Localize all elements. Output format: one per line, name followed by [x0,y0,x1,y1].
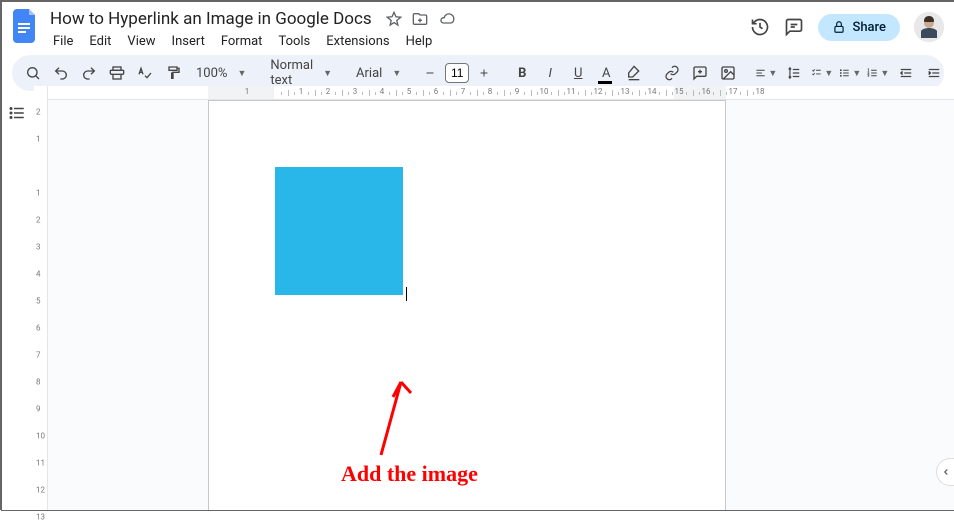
line-spacing-icon[interactable] [781,60,807,86]
annotation-text: Add the image [341,461,478,487]
italic-icon[interactable]: I [537,60,563,86]
font-value: Arial [352,66,386,81]
paint-format-icon[interactable] [160,60,186,86]
style-value: Normal text [266,58,317,88]
annotation: Add the image [341,377,461,467]
text-color-icon[interactable]: A [593,60,619,86]
clear-formatting-icon[interactable] [949,60,954,86]
align-select[interactable]: ▼ [753,60,779,86]
font-size-input[interactable] [445,63,469,83]
svg-text:3: 3 [868,74,870,78]
history-icon[interactable] [750,17,770,37]
menu-bar: File Edit View Insert Format Tools Exten… [46,32,750,51]
menu-insert[interactable]: Insert [165,32,212,51]
spellcheck-icon[interactable] [132,60,158,86]
menu-format[interactable]: Format [214,32,270,51]
arrow-icon [341,377,461,467]
header-right: Share [750,8,944,42]
print-icon[interactable] [104,60,130,86]
caret-icon: ▼ [390,68,401,79]
page[interactable]: Add the image [208,100,726,510]
comments-icon[interactable] [784,17,804,37]
workspace: 2112345678910111213 11234567891011121314… [0,86,954,510]
zoom-value: 100% [192,66,231,81]
cloud-status-icon[interactable] [438,11,456,27]
bulleted-list-icon[interactable]: ▼ [837,60,863,86]
increase-font-icon[interactable] [471,60,497,86]
share-label: Share [852,20,886,35]
outline-icon[interactable] [4,100,30,126]
add-comment-icon[interactable] [687,60,713,86]
menu-tools[interactable]: Tools [271,32,317,51]
document-title[interactable]: How to Hyperlink an Image in Google Docs [46,8,376,30]
menu-view[interactable]: View [120,32,162,51]
account-avatar[interactable] [914,12,944,42]
menu-edit[interactable]: Edit [82,32,118,51]
menu-file[interactable]: File [46,32,80,51]
bold-icon[interactable]: B [509,60,535,86]
decrease-indent-icon[interactable] [893,60,919,86]
docs-logo[interactable] [12,8,40,44]
caret-icon: ▼ [321,68,332,79]
increase-indent-icon[interactable] [921,60,947,86]
highlight-icon[interactable] [621,60,647,86]
insert-image-icon[interactable] [715,60,741,86]
title-bar: How to Hyperlink an Image in Google Docs… [2,2,954,51]
caret-icon: ▼ [235,68,246,79]
text-cursor [406,287,407,301]
vertical-ruler: 2112345678910111213 [34,86,48,510]
menu-extensions[interactable]: Extensions [319,32,396,51]
zoom-select[interactable]: 100% ▼ [188,66,250,81]
lock-icon [832,20,846,34]
paragraph-style-select[interactable]: Normal text ▼ [262,58,336,88]
star-icon[interactable] [386,11,402,27]
decrease-font-icon[interactable] [417,60,443,86]
undo-icon[interactable] [48,60,74,86]
share-button[interactable]: Share [818,14,900,41]
inserted-image[interactable] [275,167,403,295]
insert-link-icon[interactable] [659,60,685,86]
numbered-list-icon[interactable]: 123▼ [865,60,891,86]
title-area: How to Hyperlink an Image in Google Docs… [46,8,750,51]
outline-rail [0,86,34,510]
side-panel-toggle[interactable] [936,458,954,486]
document-area: 1123456789101112131415161718 Add the ima… [48,86,954,510]
horizontal-ruler: 1123456789101112131415161718 [48,86,954,100]
menu-help[interactable]: Help [399,32,440,51]
redo-icon[interactable] [76,60,102,86]
underline-icon[interactable]: U [565,60,591,86]
move-icon[interactable] [412,11,428,27]
search-menus-icon[interactable] [20,60,46,86]
font-select[interactable]: Arial ▼ [348,66,405,81]
checklist-icon[interactable]: ▼ [809,60,835,86]
